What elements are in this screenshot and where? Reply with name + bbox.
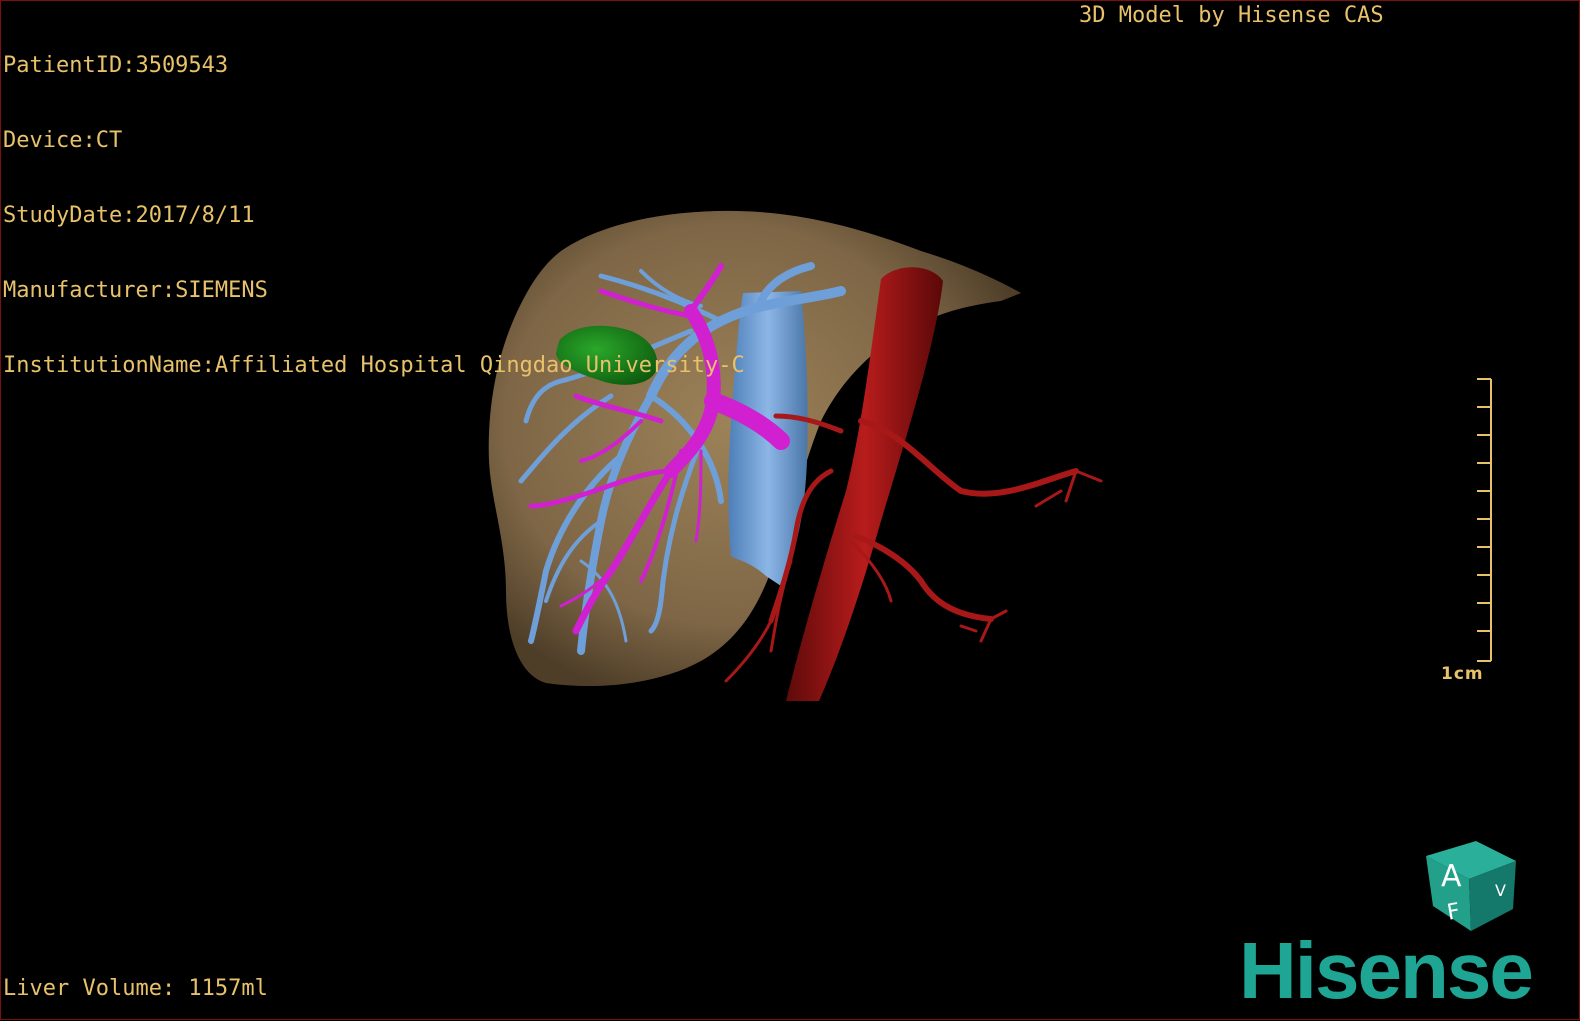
device: Device:CT	[3, 128, 123, 153]
cube-face-a: A	[1441, 859, 1462, 894]
orientation-cube-icon[interactable]: A F V	[1426, 841, 1516, 931]
manufacturer: Manufacturer:SIEMENS	[3, 278, 268, 303]
scale-bar	[1477, 378, 1492, 662]
institution-name: InstitutionName:Affiliated Hospital Qing…	[3, 353, 745, 378]
dicom-info-overlay: PatientID:3509543 Device:CT StudyDate:20…	[3, 3, 745, 428]
3d-viewport[interactable]: A F V PatientID:3509543 Device:CT StudyD…	[0, 0, 1580, 1020]
liver-volume: Liver Volume: 1157ml	[3, 976, 268, 1001]
study-date: StudyDate:2017/8/11	[3, 203, 255, 228]
patient-id: PatientID:3509543	[3, 53, 229, 78]
hisense-logo: Hisense	[1239, 926, 1534, 1015]
model-credit: 3D Model by Hisense CAS	[1079, 3, 1384, 28]
scale-bar-label: 1cm	[1441, 664, 1484, 684]
cube-face-v: V	[1495, 881, 1506, 900]
